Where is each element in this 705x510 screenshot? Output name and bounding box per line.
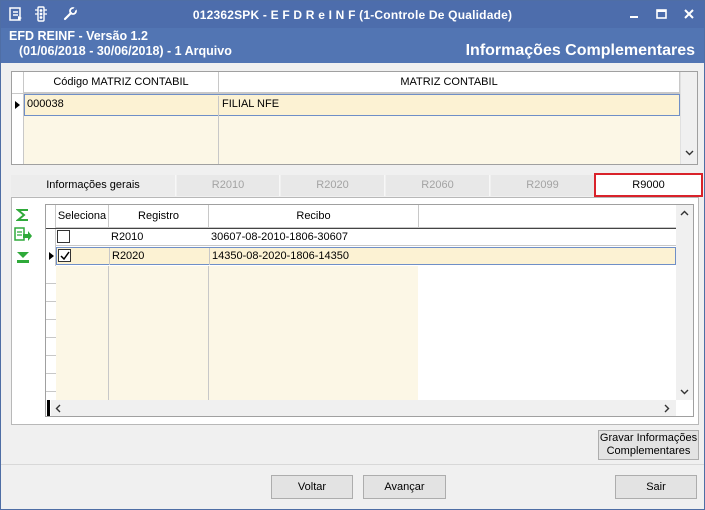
checkmark-icon — [60, 251, 70, 261]
scroll-right-icon — [664, 404, 670, 413]
records-grid[interactable]: Seleciona Registro Recibo R2010 30607-08… — [45, 204, 694, 417]
select-checkbox[interactable] — [57, 230, 70, 243]
cell-recibo: 30607-08-2010-1806-30607 — [211, 231, 349, 243]
scroll-up-icon — [680, 210, 689, 216]
select-checkbox-checked[interactable] — [58, 249, 71, 262]
empty-grid-area — [24, 116, 680, 164]
tab-informacoes-gerais[interactable]: Informações gerais — [11, 175, 176, 196]
tab-r9000[interactable]: R9000 — [594, 173, 703, 197]
column-header-matriz[interactable]: MATRIZ CONTABIL — [219, 72, 680, 93]
export-icon[interactable] — [14, 227, 32, 243]
column-header-recibo[interactable]: Recibo — [209, 205, 419, 228]
vertical-scrollbar[interactable] — [680, 72, 697, 164]
tab-r2010[interactable]: R2010 — [177, 175, 280, 196]
column-header-registro[interactable]: Registro — [109, 205, 209, 228]
sum-icon[interactable] — [14, 207, 32, 223]
main-window: 012362SPK - E F D R e I N F (1-Controle … — [0, 0, 705, 510]
gravar-informacoes-button[interactable]: Gravar Informações Complementares — [598, 430, 699, 460]
vertical-scrollbar[interactable] — [676, 205, 693, 400]
current-row-pointer-icon — [15, 101, 20, 109]
column-header-seleciona[interactable]: Seleciona — [56, 205, 109, 228]
tab-r2099[interactable]: R2099 — [491, 175, 595, 196]
column-header-codigo[interactable]: Código MATRIZ CONTABIL — [24, 72, 219, 93]
tab-r2060[interactable]: R2060 — [386, 175, 490, 196]
section-title: Informações Complementares — [465, 42, 695, 59]
bottom-bar: Voltar Avançar Sair — [1, 464, 704, 509]
current-row-pointer-icon — [49, 252, 54, 260]
avancar-button[interactable]: Avançar — [363, 475, 446, 499]
row-indicator-column — [12, 72, 24, 164]
scroll-down-icon — [685, 150, 694, 156]
window-title: 012362SPK - E F D R e I N F (1-Controle … — [192, 8, 513, 22]
cell-codigo: 000038 — [25, 96, 219, 116]
gravar-label-line1: Gravar Informações — [599, 432, 698, 444]
app-version: EFD REINF - Versão 1.2 — [9, 29, 148, 43]
matriz-grid[interactable]: Código MATRIZ CONTABIL MATRIZ CONTABIL 0… — [11, 71, 698, 165]
scroll-left-icon — [55, 404, 61, 413]
period-info: (01/06/2018 - 30/06/2018) - 1 Arquivo — [19, 44, 232, 58]
cell-matriz: FILIAL NFE — [222, 98, 280, 110]
close-button[interactable] — [678, 5, 700, 23]
header-banner: EFD REINF - Versão 1.2 (01/06/2018 - 30/… — [1, 28, 704, 63]
horizontal-scrollbar[interactable] — [51, 400, 676, 416]
table-row[interactable]: 000038 FILIAL NFE — [24, 94, 680, 116]
table-row[interactable]: R2020 14350-08-2020-1806-14350 — [56, 247, 676, 265]
voltar-button[interactable]: Voltar — [271, 475, 353, 499]
gravar-label-line2: Complementares — [606, 445, 691, 457]
cell-registro: R2020 — [109, 248, 209, 265]
sair-button[interactable]: Sair — [615, 475, 697, 499]
scroll-down-icon — [680, 389, 689, 395]
move-down-icon[interactable] — [14, 249, 32, 265]
minimize-button[interactable] — [623, 5, 645, 23]
cell-registro: R2010 — [111, 231, 144, 243]
tab-bar: Informações gerais R2010 R2020 R2060 R20… — [11, 173, 704, 197]
table-row[interactable]: R2010 30607-08-2010-1806-30607 — [56, 229, 676, 246]
maximize-button[interactable] — [650, 5, 672, 23]
cell-recibo: 14350-08-2020-1806-14350 — [209, 248, 419, 265]
tab-r2020[interactable]: R2020 — [281, 175, 385, 196]
title-bar: 012362SPK - E F D R e I N F (1-Controle … — [1, 1, 704, 28]
empty-grid-area — [56, 266, 676, 400]
